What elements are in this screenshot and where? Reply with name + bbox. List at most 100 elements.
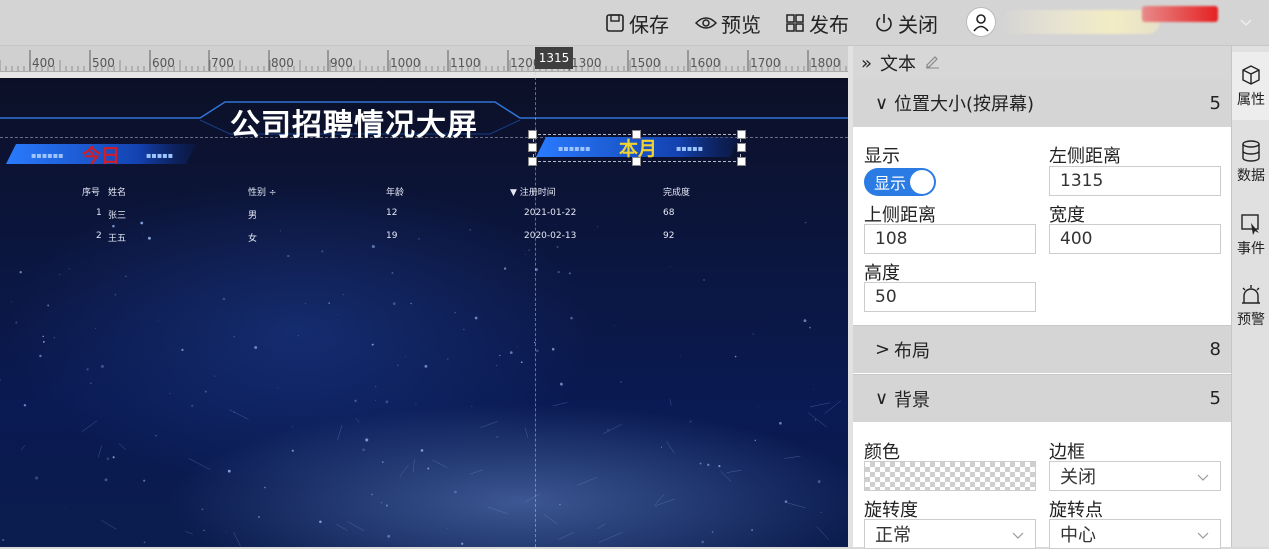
star-dot (147, 236, 151, 240)
network-line (118, 443, 127, 451)
star-dot (510, 351, 513, 354)
ruler-tick-label: 800 (271, 56, 294, 70)
resize-handle-w[interactable] (528, 143, 537, 152)
star-dot (474, 316, 478, 320)
design-canvas[interactable]: 公司招聘情况大屏 ▪▪▪▪▪▪ ▪▪▪▪▪ 今日 ▪▪▪▪▪▪ ▪▪▪▪▪ 本月… (0, 72, 848, 547)
star-dot (454, 311, 456, 314)
save-button[interactable]: 保存 (605, 9, 669, 37)
horizontal-ruler[interactable]: 400 500 600 700 800 900 1000 1100 1200 1300 1500 16… (0, 46, 848, 72)
publish-button[interactable]: 发布 (785, 9, 849, 37)
tab-events[interactable]: 事件 (1232, 201, 1269, 269)
star-dot (204, 390, 207, 393)
close-label: 关闭 (898, 12, 938, 37)
star-dot (779, 421, 782, 425)
tab-alert[interactable]: 预警 (1232, 272, 1269, 340)
column-header: 姓名 (108, 188, 127, 198)
star-dot (418, 238, 420, 240)
ruler-tick-label: 600 (152, 56, 175, 70)
show-label: 显示 (864, 146, 900, 167)
resize-handle-s[interactable] (632, 157, 641, 166)
network-line (101, 520, 117, 530)
section-position-size[interactable]: ∨ 位置大小(按屏幕) 5 (853, 79, 1231, 127)
section-label: 背景 (894, 389, 930, 411)
collapse-panel-icon[interactable]: » (861, 53, 872, 74)
star-dot (614, 325, 616, 327)
star-dot (42, 335, 44, 338)
star-dot (371, 493, 374, 496)
width-input[interactable]: 400 (1049, 224, 1221, 254)
network-line (824, 400, 842, 414)
star-dot (321, 250, 324, 253)
network-line (432, 459, 448, 469)
star-dot (520, 361, 523, 364)
star-dot (287, 254, 290, 258)
pivot-select[interactable]: 中心 (1049, 519, 1221, 549)
preview-button[interactable]: 预览 (695, 9, 761, 37)
user-avatar[interactable] (966, 7, 996, 37)
star-dot (328, 302, 330, 304)
resize-handle-nw[interactable] (528, 130, 537, 139)
star-dot (42, 341, 45, 343)
edit-icon[interactable] (924, 53, 940, 74)
ruler-tick-label: 1700 (750, 56, 781, 70)
star-dot (517, 346, 518, 348)
table-cell: 张三 (108, 211, 127, 221)
color-picker[interactable] (864, 461, 1036, 491)
tab-data[interactable]: 数据 (1232, 128, 1269, 196)
ruler-tick-label: 1000 (390, 56, 421, 70)
column-header[interactable]: 性别 ÷ (248, 185, 276, 198)
top-distance-input[interactable]: 108 (864, 224, 1036, 254)
star-dot (754, 439, 757, 442)
star-dot (711, 531, 714, 533)
section-background[interactable]: ∨ 背景 5 (853, 374, 1231, 422)
star-dot (559, 382, 563, 386)
table-cell: 2021-01-22 (524, 208, 577, 218)
star-dot (496, 435, 499, 438)
rotate-select[interactable]: 正常 (864, 519, 1036, 549)
star-dot (214, 375, 216, 377)
star-dot (382, 461, 384, 463)
star-dot (53, 336, 55, 339)
network-line (81, 420, 98, 432)
network-line (233, 532, 241, 547)
section-layout[interactable]: > 布局 8 (853, 325, 1231, 373)
today-label: 今日 (81, 144, 120, 167)
side-tabs: 属性 数据 事件 预警 (1231, 46, 1269, 547)
star-dot (203, 529, 205, 531)
table-cell: 19 (386, 231, 398, 241)
tab-label: 属性 (1237, 92, 1265, 108)
resize-handle-e[interactable] (737, 143, 746, 152)
resize-handle-sw[interactable] (528, 157, 537, 166)
left-distance-input[interactable]: 1315 (1049, 166, 1221, 196)
chevron-down-icon[interactable] (1238, 14, 1254, 30)
star-dot (112, 224, 115, 228)
resize-handle-n[interactable] (632, 130, 641, 139)
section-count: 5 (1209, 92, 1221, 114)
table-cell: 68 (663, 208, 675, 218)
star-dot (304, 302, 307, 305)
network-line (807, 412, 827, 428)
star-dot (385, 400, 389, 404)
column-header[interactable]: ▼ 注册时间 (510, 185, 556, 198)
star-dot (660, 446, 663, 448)
star-dot (168, 392, 171, 395)
height-input[interactable]: 50 (864, 282, 1036, 312)
tab-label: 预警 (1237, 312, 1265, 328)
close-button[interactable]: 关闭 (874, 9, 938, 37)
show-toggle[interactable]: 显示 (864, 168, 936, 196)
star-dot (397, 364, 399, 367)
chevron-down-icon (1197, 474, 1209, 481)
network-line (809, 402, 831, 408)
publish-label: 发布 (809, 12, 849, 37)
resize-handle-ne[interactable] (737, 130, 746, 139)
rotate-value: 正常 (875, 525, 911, 546)
today-tag[interactable]: ▪▪▪▪▪▪ ▪▪▪▪▪ 今日 (6, 144, 196, 167)
toggle-knob (910, 170, 934, 194)
star-dot (454, 490, 457, 494)
resize-handle-se[interactable] (737, 157, 746, 166)
tab-properties[interactable]: 属性 (1232, 52, 1269, 120)
star-dot (410, 302, 412, 305)
network-line (552, 402, 568, 407)
star-dot (718, 465, 721, 468)
border-select[interactable]: 关闭 (1049, 461, 1221, 491)
